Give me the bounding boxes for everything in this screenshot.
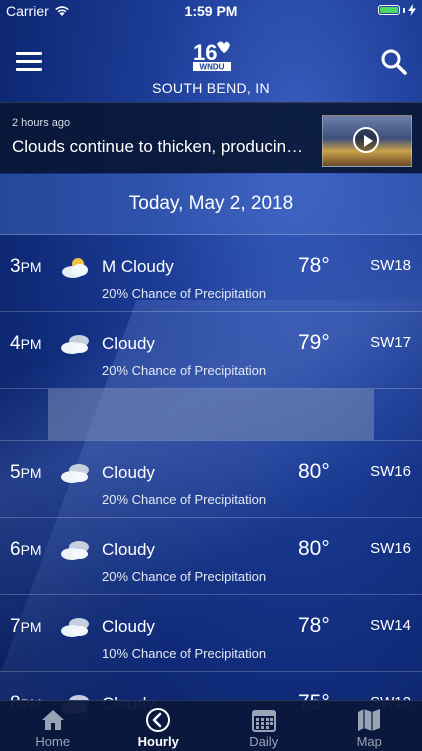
hourly-row[interactable]: 5PM Cloudy 80° SW16 20% Chance of Precip… [0,441,422,518]
charging-icon [408,4,416,16]
hour-label: 7PM [10,616,42,638]
tab-map[interactable]: Map [317,701,422,751]
play-icon[interactable] [353,127,379,153]
precip-label: 20% Chance of Precipitation [102,286,266,301]
temperature-label: 80° [298,537,330,561]
wndu-logo: 16 WNDU [191,38,233,72]
hourly-row[interactable]: 4PM Cloudy 79° SW17 20% Chance of Precip… [0,312,422,389]
temperature-label: 78° [298,614,330,638]
battery-icon [378,5,400,15]
status-bar: Carrier 1:59 PM [0,0,422,22]
map-icon [356,707,382,733]
precip-label: 20% Chance of Precipitation [102,492,266,507]
temperature-label: 78° [298,254,330,278]
home-icon [40,707,66,733]
wind-label: SW18 [370,257,411,274]
hourly-row[interactable]: 6PM Cloudy 80° SW16 20% Chance of Precip… [0,518,422,595]
battery-indicator [378,4,416,16]
news-banner[interactable]: 2 hours ago Clouds continue to thicken, … [0,102,422,173]
cloudy-icon [60,461,92,485]
temperature-label: 79° [298,331,330,355]
menu-button[interactable] [16,52,42,72]
cloudy-icon [60,615,92,639]
calendar-icon [251,707,277,733]
location-label: SOUTH BEND, IN [0,80,422,96]
tab-home[interactable]: Home [0,701,106,751]
wind-label: SW14 [370,617,411,634]
wind-label: SW17 [370,334,411,351]
svg-text:16: 16 [193,40,217,65]
condition-label: Cloudy [102,617,155,637]
clock-icon [145,707,171,733]
wind-label: SW16 [370,463,411,480]
news-time-ago: 2 hours ago [12,117,70,129]
tab-label: Home [0,734,106,749]
news-video-thumbnail[interactable] [322,115,412,167]
hour-label: 5PM [10,462,42,484]
condition-label: Cloudy [102,334,155,354]
app-header: 16 WNDU SOUTH BEND, IN [0,22,422,102]
date-header: Today, May 2, 2018 [0,174,422,235]
temperature-label: 80° [298,460,330,484]
hour-label: 3PM [10,256,42,278]
tab-label: Map [317,734,422,749]
hourly-row[interactable]: 7PM Cloudy 78° SW14 10% Chance of Precip… [0,595,422,672]
partly-cloudy-icon [60,255,92,279]
wind-label: SW16 [370,540,411,557]
condition-label: M Cloudy [102,257,174,277]
precip-label: 20% Chance of Precipitation [102,363,266,378]
precip-label: 20% Chance of Precipitation [102,569,266,584]
hour-label: 6PM [10,539,42,561]
ad-placeholder[interactable] [0,389,422,441]
condition-label: Cloudy [102,463,155,483]
hour-label: 4PM [10,333,42,355]
svg-text:WNDU: WNDU [200,63,225,72]
tab-bar: Home Hourly Daily Map [0,700,422,751]
cloudy-icon [60,332,92,356]
news-headline[interactable]: Clouds continue to thicken, producing sh… [12,137,312,157]
clock: 1:59 PM [0,3,422,19]
search-icon[interactable] [380,48,408,76]
precip-label: 10% Chance of Precipitation [102,646,266,661]
ad-banner[interactable] [48,389,374,440]
condition-label: Cloudy [102,540,155,560]
tab-hourly[interactable]: Hourly [106,701,212,751]
tab-label: Hourly [106,734,212,749]
hourly-row[interactable]: 3PM M Cloudy 78° SW18 20% Chance of Prec… [0,235,422,312]
tab-label: Daily [211,734,317,749]
cloudy-icon [60,538,92,562]
tab-daily[interactable]: Daily [211,701,317,751]
hourly-list[interactable]: 3PM M Cloudy 78° SW18 20% Chance of Prec… [0,235,422,749]
